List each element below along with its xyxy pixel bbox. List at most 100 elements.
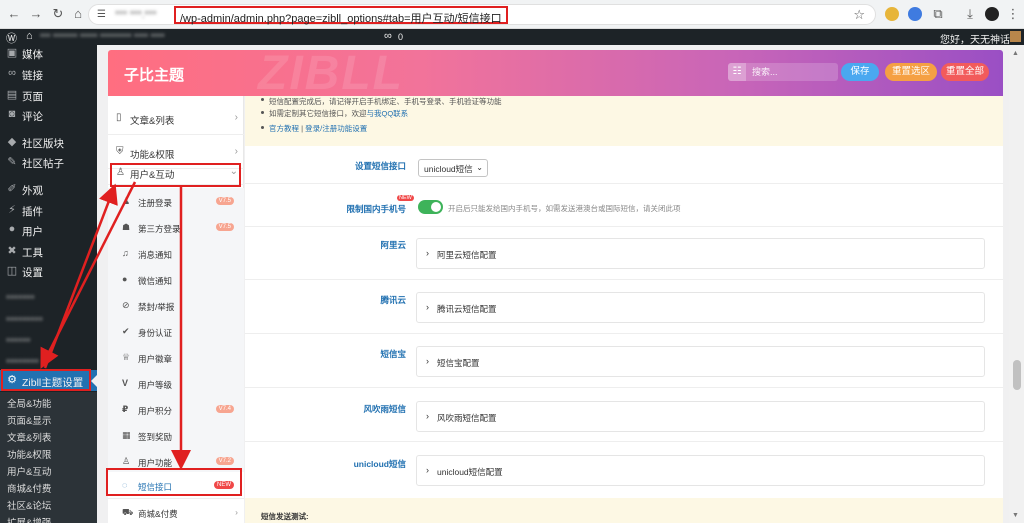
sms-api-label: 设置短信接口 xyxy=(354,161,406,171)
menu-item-pages[interactable]: ▤ 页面 xyxy=(0,85,97,105)
shop-icon: ⛟ xyxy=(122,507,134,517)
nav-group-shop[interactable]: ⛟ 商城&付费 › xyxy=(108,498,244,523)
new-badge: NEW xyxy=(397,195,414,201)
menu-item-users[interactable]: ● 用户 xyxy=(0,220,97,240)
submenu-item[interactable]: 商城&付费 xyxy=(7,481,51,495)
submenu-item[interactable]: 社区&论坛 xyxy=(7,498,51,512)
reload-icon[interactable]: ↻ xyxy=(50,6,66,22)
sms-api-select[interactable]: unicloud短信 ⌄ xyxy=(418,159,488,177)
save-button[interactable]: 保存 xyxy=(841,63,879,81)
puzzle-icon[interactable]: ⧉ xyxy=(930,6,946,22)
nav-label: 用户积分 xyxy=(138,406,173,416)
sms-test-box: 短信发送测试: xyxy=(245,498,1003,523)
menu-item-plugins[interactable]: ⚡ 插件 xyxy=(0,200,97,220)
nav-item-ban[interactable]: ⊘ 禁封/举报 xyxy=(108,292,244,318)
options-header: ZIBLL 子比主题 ☷ 保存 重置选区 重置全部 xyxy=(108,50,1003,96)
scrollbar[interactable] xyxy=(1009,45,1024,523)
fcy-config-accordion[interactable]: › 风吹雨短信配置 xyxy=(416,401,985,432)
scroll-down-icon[interactable]: ▼ xyxy=(1012,512,1019,519)
login-settings-link[interactable]: 登录/注册功能设置 xyxy=(305,124,367,133)
nav-label: 用户等级 xyxy=(138,380,173,390)
menu-item-settings[interactable]: ◫ 设置 xyxy=(0,261,97,281)
nav-item-medal[interactable]: ♕ 用户徽章 xyxy=(108,344,244,370)
menu-item-blurred[interactable]: ********* xyxy=(0,311,97,331)
menu-item-links[interactable]: ∞ 链接 xyxy=(0,64,97,84)
user-icon: ♙ xyxy=(122,456,131,466)
aliyun-config-accordion[interactable]: › 阿里云短信配置 xyxy=(416,238,985,269)
download-icon[interactable]: ⤓ xyxy=(962,6,978,22)
plugin-icon: ⚡ xyxy=(8,204,16,216)
nav-label: 注册登录 xyxy=(138,198,173,208)
nav-group-posts[interactable]: ▯ 文章&列表 › xyxy=(108,101,244,135)
nav-item-oauth[interactable]: ☗ 第三方登录 V7.5 xyxy=(108,214,244,240)
menu-item-comments[interactable]: ◙ 评论 xyxy=(0,105,97,125)
reset-all-button[interactable]: 重置全部 xyxy=(941,63,989,81)
submenu-item[interactable]: 页面&显示 xyxy=(7,413,51,427)
avatar[interactable] xyxy=(985,7,999,21)
home-icon[interactable]: ⌂ xyxy=(26,30,33,42)
nav-item-points[interactable]: ₽ 用户积分 V7.4 xyxy=(108,396,244,422)
tutorial-link[interactable]: 官方教程 xyxy=(269,124,299,133)
submenu-item[interactable]: 全局&功能 xyxy=(7,396,51,410)
notice-text: 如需定制其它短信接口，欢迎 xyxy=(269,109,367,118)
forward-icon[interactable]: → xyxy=(28,6,44,22)
nav-item-notify[interactable]: ♫ 消息通知 xyxy=(108,240,244,266)
reset-section-button[interactable]: 重置选区 xyxy=(885,63,937,81)
smsbao-config-accordion[interactable]: › 短信宝配置 xyxy=(416,346,985,377)
qq-contact-link[interactable]: 与我QQ联系 xyxy=(367,109,409,118)
annotation-box xyxy=(110,163,241,187)
greeting[interactable]: 您好，天无神话 xyxy=(940,31,1010,46)
scroll-up-icon[interactable]: ▲ xyxy=(1012,50,1019,57)
submenu-item[interactable]: 扩展&增强 xyxy=(7,515,51,523)
back-icon[interactable]: ← xyxy=(6,6,22,22)
nav-item-register[interactable]: ♟ 注册登录 V7.5 xyxy=(108,188,244,214)
wordpress-icon[interactable]: Ⓦ xyxy=(6,30,17,46)
blurred-label: ******** xyxy=(6,357,39,369)
version-badge: V7.2 xyxy=(215,457,234,465)
extension-icon[interactable] xyxy=(885,7,899,21)
menu-item-blurred[interactable]: ****** xyxy=(0,332,97,352)
submenu-item[interactable]: 功能&权限 xyxy=(7,447,51,461)
media-icon: ▣ xyxy=(6,47,18,59)
accordion-label: 风吹雨短信配置 xyxy=(437,413,497,423)
unicloud-config-accordion[interactable]: › unicloud短信配置 xyxy=(416,455,985,486)
home-icon[interactable]: ⌂ xyxy=(70,6,86,22)
menu-label: 社区帖子 xyxy=(22,158,64,170)
chevron-right-icon: › xyxy=(234,146,238,157)
star-icon[interactable]: ☆ xyxy=(853,7,865,23)
submenu-item[interactable]: 文章&列表 xyxy=(7,430,51,444)
url-site: *** ***.*** xyxy=(115,9,157,21)
nav-label: 身份认证 xyxy=(138,328,173,338)
address-bar[interactable]: ☰ *** ***.*** /wp-admin/admin.php?page=z… xyxy=(88,4,876,25)
submenu-item[interactable]: 用户&互动 xyxy=(7,464,51,478)
menu-item-blurred[interactable]: ******* xyxy=(0,289,97,309)
comment-link-icon[interactable]: ∞ xyxy=(384,30,392,42)
menu-icon[interactable]: ⋮ xyxy=(1005,6,1021,22)
scrollbar-thumb[interactable] xyxy=(1013,360,1021,390)
menu-item-forum[interactable]: ◆ 社区版块 xyxy=(0,132,97,152)
search-input[interactable] xyxy=(748,63,838,81)
menu-item-forum-posts[interactable]: ✎ 社区帖子 xyxy=(0,152,97,172)
calendar-icon: ▦ xyxy=(122,430,131,440)
provider-label: 短信宝 xyxy=(380,349,406,359)
tencent-config-accordion[interactable]: › 腾讯云短信配置 xyxy=(416,292,985,323)
search-icon[interactable]: ☷ xyxy=(728,63,746,81)
nav-item-level[interactable]: V 用户等级 xyxy=(108,370,244,396)
nav-item-wechat[interactable]: ● 微信通知 xyxy=(108,266,244,292)
menu-item-appearance[interactable]: ✐ 外观 xyxy=(0,179,97,199)
link-icon: ∞ xyxy=(8,67,16,79)
avatar[interactable] xyxy=(1010,31,1021,42)
appearance-icon: ✐ xyxy=(7,183,17,195)
nav-item-checkin[interactable]: ▦ 签到奖励 xyxy=(108,422,244,448)
menu-item-tools[interactable]: ✖ 工具 xyxy=(0,241,97,261)
site-info-icon[interactable]: ☰ xyxy=(97,9,106,20)
nav-item-auth[interactable]: ✔ 身份认证 xyxy=(108,318,244,344)
comment-icon: ◙ xyxy=(8,108,16,120)
wp-submenu: 全局&功能 页面&显示 文章&列表 功能&权限 用户&互动 商城&付费 社区&论… xyxy=(0,392,97,523)
users-icon: ☗ xyxy=(122,222,131,232)
menu-item-media[interactable]: ▣ 媒体 xyxy=(0,45,97,63)
provider-label: 腾讯云 xyxy=(380,295,406,305)
limit-phone-toggle[interactable] xyxy=(418,200,443,214)
divider xyxy=(245,183,1003,184)
extension-icon[interactable] xyxy=(908,7,922,21)
